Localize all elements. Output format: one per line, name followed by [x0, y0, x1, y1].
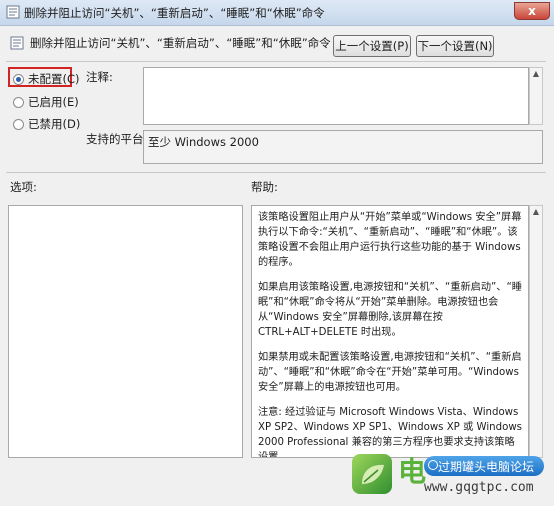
comment-label: 注释: — [86, 70, 113, 84]
radio-label-enabled: 已启用(E) — [28, 95, 79, 109]
help-paragraph: 该策略设置阻止用户从“开始”菜单或“Windows 安全”屏幕执行以下命令:“关… — [258, 212, 522, 268]
radio-not-configured[interactable]: 未配置(C) — [13, 71, 80, 87]
help-paragraph: 如果禁用或未配置该策略设置,电源按钮和“关机”、“重新启动”、“睡眠”和“休眠”… — [258, 352, 522, 393]
help-scrollbar[interactable]: ▲ — [529, 205, 543, 458]
scroll-up-icon[interactable]: ▲ — [530, 68, 542, 80]
previous-setting-button[interactable]: 上一个设置(P) — [333, 35, 411, 57]
watermark-logo-char: 电 — [398, 455, 427, 488]
policy-settings-icon — [6, 5, 20, 19]
options-label: 选项: — [10, 180, 37, 194]
radio-label-disabled: 已禁用(D) — [28, 117, 81, 131]
comment-scrollbar[interactable]: ▲ — [529, 67, 543, 125]
options-panel — [8, 205, 243, 458]
section-divider — [6, 172, 546, 173]
radio-label-not-configured: 未配置(C) — [28, 72, 80, 86]
leaf-icon — [362, 464, 384, 484]
platform-label: 支持的平台: — [86, 132, 148, 146]
help-paragraph: 如果启用该策略设置,电源按钮和“关机”、“重新启动”、“睡眠”和“休眠”命令将从… — [258, 282, 522, 338]
radio-disabled[interactable]: 已禁用(D) — [13, 116, 80, 132]
site-watermark: 电 过期罐头电脑论坛 www.gqgtpc.com — [352, 454, 548, 500]
window-title: 删除并阻止访问“关机”、“重新启动”、“睡眠”和“休眠”命令 — [24, 6, 325, 20]
help-label: 帮助: — [251, 180, 278, 194]
policy-name: 删除并阻止访问“关机”、“重新启动”、“睡眠”和“休眠”命令 — [30, 36, 331, 50]
platform-value: 至少 Windows 2000 — [148, 135, 259, 149]
globe-icon — [428, 460, 438, 470]
scroll-up-icon[interactable]: ▲ — [530, 206, 542, 218]
radio-selected-indicator[interactable] — [13, 73, 24, 85]
radio-unselected-indicator[interactable] — [13, 96, 24, 108]
help-panel: 该策略设置阻止用户从“开始”菜单或“Windows 安全”屏幕执行以下命令:“关… — [251, 205, 529, 458]
watermark-site-name: 过期罐头电脑论坛 — [438, 460, 535, 474]
close-button[interactable]: x — [514, 2, 550, 20]
policy-icon — [10, 36, 24, 50]
comment-textarea[interactable] — [143, 67, 529, 125]
radio-enabled[interactable]: 已启用(E) — [13, 94, 79, 110]
title-bar: 删除并阻止访问“关机”、“重新启动”、“睡眠”和“休眠”命令 x — [0, 0, 554, 26]
watermark-url: www.gqgtpc.com — [424, 480, 534, 495]
header-divider — [6, 61, 546, 62]
help-paragraph: 注意: 经过验证与 Microsoft Windows Vista、Window… — [258, 407, 522, 458]
next-setting-button[interactable]: 下一个设置(N) — [416, 35, 494, 57]
radio-unselected-indicator[interactable] — [13, 118, 24, 130]
